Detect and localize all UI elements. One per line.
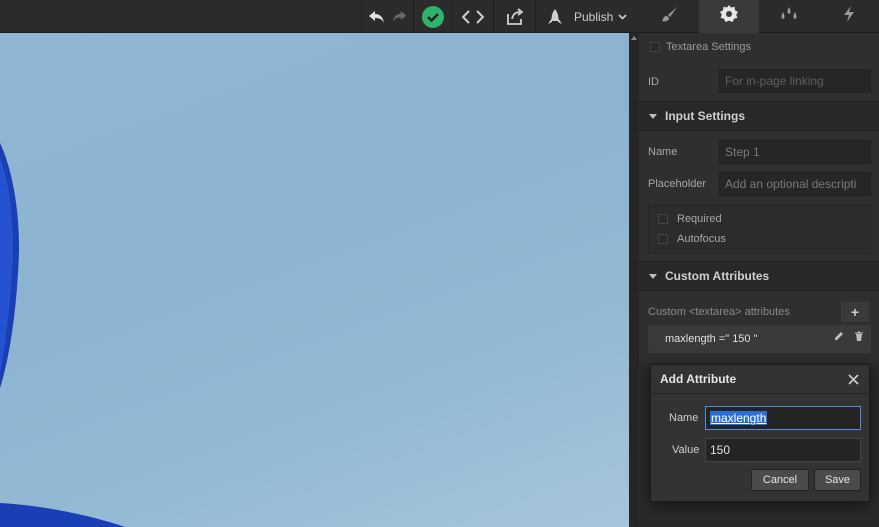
publish-button[interactable]: Publish <box>535 0 639 33</box>
id-label: ID <box>648 76 659 88</box>
tab-interactions[interactable] <box>759 0 819 33</box>
drops-icon <box>779 6 799 27</box>
export-icon[interactable] <box>505 0 525 33</box>
tab-lightning[interactable] <box>819 0 879 33</box>
dialog-title: Add Attribute <box>660 372 737 386</box>
attr-name-input[interactable]: maxlength <box>705 406 861 430</box>
pencil-icon[interactable] <box>834 331 844 344</box>
chevron-down-icon <box>618 13 627 20</box>
attr-value-label: Value <box>672 444 700 456</box>
undo-icon[interactable] <box>366 0 388 33</box>
plus-icon: + <box>850 304 860 320</box>
input-settings-header[interactable]: Input Settings <box>639 101 879 131</box>
save-button[interactable]: Save <box>814 469 861 491</box>
rocket-icon <box>546 8 564 25</box>
add-attribute-dialog: Add Attribute Name maxlength Value 150 C… <box>650 364 870 502</box>
add-attribute-button[interactable]: + <box>841 302 869 322</box>
attribute-list-item[interactable]: maxlength =" 150 " <box>648 325 871 353</box>
element-settings-title: Textarea Settings <box>666 41 751 53</box>
attr-value-value: 150 <box>710 443 731 457</box>
attribute-text: maxlength =" 150 " <box>665 333 758 345</box>
top-toolbar: Publish <box>0 0 879 33</box>
webflow-designer: Publish Textarea Settings ID For in-page… <box>0 0 879 527</box>
attr-name-value: maxlength <box>710 411 768 425</box>
tab-style[interactable] <box>639 0 699 33</box>
custom-attributes-subtitle: Custom <textarea> attributes <box>648 306 790 318</box>
name-value: Step 1 <box>725 145 760 159</box>
autofocus-label: Autofocus <box>677 233 726 245</box>
close-icon[interactable] <box>848 374 859 388</box>
autofocus-checkbox[interactable] <box>658 234 668 244</box>
tab-settings[interactable] <box>699 0 759 33</box>
history-group <box>361 0 413 33</box>
custom-attributes-title: Custom Attributes <box>665 269 770 283</box>
custom-attributes-header[interactable]: Custom Attributes <box>639 261 879 291</box>
lightning-icon <box>843 6 855 27</box>
placeholder-label: Placeholder <box>648 178 707 190</box>
input-settings-title: Input Settings <box>665 109 745 123</box>
options-box: Required Autofocus <box>648 204 871 254</box>
design-canvas[interactable] <box>0 33 629 527</box>
dialog-header: Add Attribute <box>651 365 869 394</box>
canvas-scrollbar[interactable] <box>629 33 639 527</box>
placeholder-field[interactable]: Add an optional descripti <box>719 172 871 196</box>
id-field[interactable]: For in-page linking <box>719 69 871 93</box>
export-group <box>493 0 535 33</box>
brush-icon <box>660 6 678 27</box>
gear-icon <box>720 5 738 28</box>
canvas-artwork <box>0 143 125 527</box>
required-label: Required <box>677 213 722 225</box>
check-circle-icon[interactable] <box>421 0 444 33</box>
trash-icon[interactable] <box>854 331 864 345</box>
code-group <box>451 0 493 33</box>
textarea-settings-checkbox[interactable] <box>650 42 660 52</box>
name-label: Name <box>648 146 678 158</box>
publish-label: Publish <box>574 9 614 24</box>
redo-icon[interactable] <box>388 0 410 33</box>
name-field[interactable]: Step 1 <box>719 140 871 164</box>
status-group <box>413 0 451 33</box>
cancel-button[interactable]: Cancel <box>751 469 809 491</box>
code-icon[interactable] <box>461 0 484 33</box>
id-placeholder: For in-page linking <box>725 74 824 88</box>
required-checkbox[interactable] <box>658 214 668 224</box>
attr-value-input[interactable]: 150 <box>705 438 861 462</box>
attr-name-label: Name <box>669 412 699 424</box>
placeholder-value: Add an optional descripti <box>725 177 857 191</box>
